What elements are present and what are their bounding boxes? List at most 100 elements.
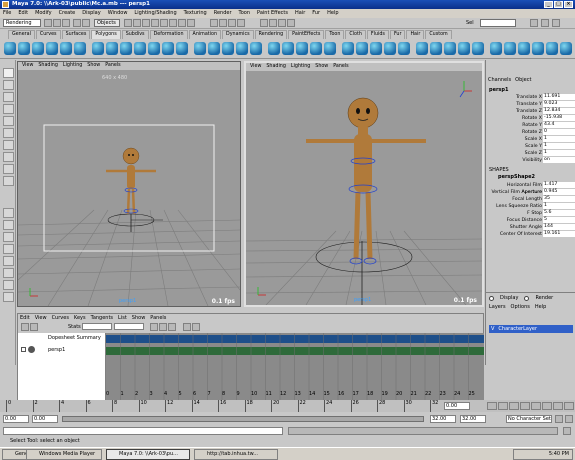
poly-separate-icon[interactable] <box>106 42 118 55</box>
shelf-tab-animation[interactable]: Animation <box>188 30 221 39</box>
shelf-tab-curves[interactable]: Curves <box>35 30 61 39</box>
scale-tool-icon[interactable] <box>3 128 14 138</box>
ds-menu-tangents[interactable]: Tangents <box>91 314 113 322</box>
snap-point-icon[interactable] <box>228 19 236 27</box>
shelf-tab-subdivs[interactable]: Subdivs <box>121 30 149 39</box>
poly-uv-editor-icon[interactable] <box>398 42 410 55</box>
poly-harden-edge-icon[interactable] <box>472 42 484 55</box>
expand-persp1-icon[interactable] <box>21 347 26 352</box>
shape-value-shutter-angle[interactable]: 144 <box>543 224 575 230</box>
mask-icon-5[interactable] <box>160 19 168 27</box>
ds-snap-icon-1[interactable] <box>150 323 158 331</box>
attr-value-translate-y[interactable]: 9.023 <box>543 101 575 107</box>
rotate-tool-icon[interactable] <box>3 116 14 126</box>
attr-value-rotate-z[interactable]: 0 <box>543 129 575 135</box>
last-tool-icon[interactable] <box>3 176 14 186</box>
poly-duplicate-face-icon[interactable] <box>282 42 294 55</box>
selection-mask-dropdown[interactable]: Objects <box>94 19 120 27</box>
channels-menu[interactable]: Channels <box>488 77 511 83</box>
persp-graph-layout-icon[interactable] <box>3 268 14 278</box>
layer-name[interactable]: CharacterLayer <box>498 325 537 333</box>
shelf-tab-surfaces[interactable]: Surfaces <box>61 30 91 39</box>
step-back-frame-icon[interactable] <box>498 402 508 410</box>
shape-value-f-stop[interactable]: 5.6 <box>543 210 575 216</box>
poly-sculpt-icon[interactable] <box>560 42 572 55</box>
poly-cone-icon[interactable] <box>46 42 58 55</box>
start-time-field[interactable]: 0.00 <box>3 415 29 423</box>
render-radio-icon[interactable] <box>524 295 530 301</box>
shelf-tab-fluids[interactable]: Fluids <box>366 30 389 39</box>
poly-quadrangulate-icon[interactable] <box>162 42 174 55</box>
shelf-tab-hair[interactable]: Hair <box>406 30 425 39</box>
new-scene-icon[interactable] <box>44 19 52 27</box>
move-tool-icon[interactable] <box>3 104 14 114</box>
display-radio-icon[interactable] <box>489 295 494 301</box>
poly-reduce-icon[interactable] <box>416 42 428 55</box>
object-menu[interactable]: Object <box>515 77 531 83</box>
vp-left-menu-shading[interactable]: Shading <box>38 62 58 70</box>
poly-extract-icon[interactable] <box>296 42 308 55</box>
poly-delete-edge-icon[interactable] <box>504 42 516 55</box>
ds-move-key-icon[interactable] <box>30 323 38 331</box>
lasso-tool-icon[interactable] <box>3 80 14 90</box>
shelf-tab-rendering[interactable]: Rendering <box>254 30 288 39</box>
poly-sphere-icon[interactable] <box>4 42 16 55</box>
minimize-button[interactable]: _ <box>544 1 553 8</box>
menu-texturing[interactable]: Texturing <box>184 9 207 18</box>
ds-snap-icon-2[interactable] <box>159 323 167 331</box>
manipulator-tool-icon[interactable] <box>3 140 14 150</box>
open-scene-icon[interactable] <box>53 19 61 27</box>
poly-cylinder-icon[interactable] <box>32 42 44 55</box>
range-bar[interactable] <box>62 416 424 422</box>
poly-cut-face-icon[interactable] <box>324 42 336 55</box>
playback-start-field[interactable]: 0.00 <box>32 415 58 423</box>
poly-collapse-icon[interactable] <box>490 42 502 55</box>
vp-left-menu-show[interactable]: Show <box>87 62 100 70</box>
render-icon[interactable] <box>269 19 277 27</box>
two-pane-vertical-icon[interactable] <box>3 244 14 254</box>
mel-input[interactable] <box>3 427 283 435</box>
soft-mod-icon[interactable] <box>3 152 14 162</box>
current-frame-field[interactable]: 0.00 <box>444 402 470 410</box>
mask-icon-3[interactable] <box>142 19 150 27</box>
two-pane-layout-icon[interactable] <box>3 232 14 242</box>
menu-help[interactable]: Help <box>327 9 338 18</box>
step-forward-key-icon[interactable] <box>542 402 552 410</box>
ds-snap-icon-3[interactable] <box>168 323 176 331</box>
snap-curve-icon[interactable] <box>219 19 227 27</box>
poly-cleanup-icon[interactable] <box>430 42 442 55</box>
poly-append-icon[interactable] <box>176 42 188 55</box>
menu-lighting-shading[interactable]: Lighting/Shading <box>134 9 176 18</box>
dopesheet-summary-label[interactable]: Dopesheet Summary <box>48 335 101 341</box>
ds-menu-view[interactable]: View <box>35 314 47 322</box>
quick-select-input[interactable] <box>480 19 516 27</box>
attr-value-scale-x[interactable]: 1 <box>543 136 575 142</box>
shelf-tab-painteffects[interactable]: PaintEffects <box>288 30 325 39</box>
menu-display[interactable]: Display <box>82 9 100 18</box>
poly-triangulate-icon[interactable] <box>148 42 160 55</box>
mask-icon-7[interactable] <box>178 19 186 27</box>
history-icon[interactable] <box>260 19 268 27</box>
shelf-tab-toon[interactable]: Toon <box>325 30 345 39</box>
attr-value-visibility[interactable]: on <box>543 157 575 163</box>
dopesheet-graph[interactable]: 0 1 2 3 4 5 6 7 8 9 10 11 12 13 14 15 16… <box>106 333 484 400</box>
four-pane-layout-icon[interactable] <box>3 220 14 230</box>
vp-right-menu-view[interactable]: View <box>250 63 261 71</box>
poly-cube-icon[interactable] <box>18 42 30 55</box>
shelf-tab-dynamics[interactable]: Dynamics <box>222 30 254 39</box>
mask-icon-6[interactable] <box>169 19 177 27</box>
vp-right-menu-panels[interactable]: Panels <box>333 63 348 71</box>
mask-icon-1[interactable] <box>124 19 132 27</box>
ipr-render-icon[interactable] <box>278 19 286 27</box>
attr-value-scale-z[interactable]: 1 <box>543 150 575 156</box>
taskbar-item-maya[interactable]: Maya 7.0: \\Ark-03\pu... <box>106 449 190 460</box>
layer-visibility-toggle[interactable]: V <box>491 325 494 333</box>
shape-value-hfa[interactable]: 1.417 <box>543 182 575 188</box>
ds-buffer-curve-icon[interactable] <box>192 323 200 331</box>
poly-split-icon[interactable] <box>194 42 206 55</box>
play-backwards-icon[interactable] <box>520 402 530 410</box>
persp1-outline-label[interactable]: persp1 <box>48 347 65 353</box>
save-scene-icon[interactable] <box>62 19 70 27</box>
step-back-key-icon[interactable] <box>509 402 519 410</box>
shape-value-focus-distance[interactable]: 5 <box>543 217 575 223</box>
